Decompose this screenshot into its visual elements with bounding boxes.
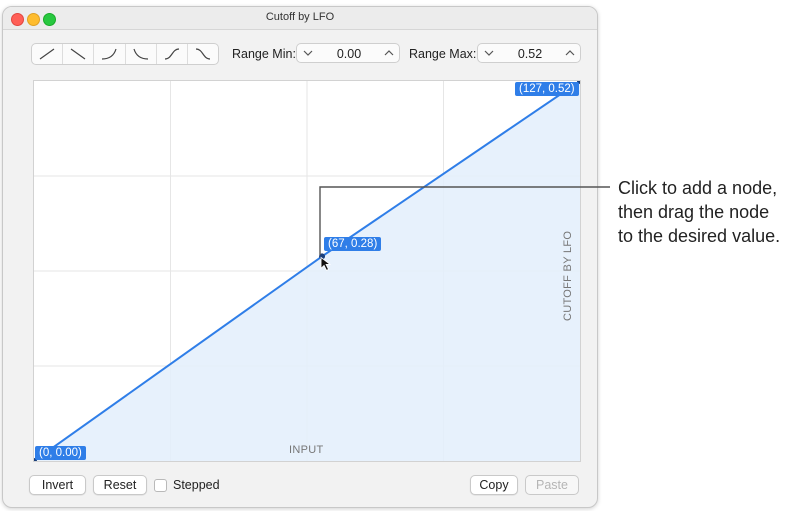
curve-shape-s-rise-button[interactable] bbox=[157, 44, 188, 64]
footer-bar: Invert Reset Stepped Copy Paste bbox=[3, 473, 597, 501]
chevron-up-icon[interactable] bbox=[563, 46, 577, 60]
exp-fall-icon bbox=[133, 48, 148, 60]
curve-shape-linear-rise-button[interactable] bbox=[32, 44, 64, 64]
range-max-stepper[interactable]: 0.52 bbox=[477, 43, 581, 63]
invert-button[interactable]: Invert bbox=[29, 475, 86, 495]
y-axis-label: CUTOFF BY LFO bbox=[562, 230, 574, 321]
curve-shape-exp-fall-button[interactable] bbox=[126, 44, 157, 64]
exp-rise-icon bbox=[102, 48, 117, 60]
s-curve-fall-icon bbox=[195, 48, 211, 60]
callout-text: Click to add a node, then drag the node … bbox=[618, 176, 780, 248]
stepped-label[interactable]: Stepped bbox=[173, 478, 220, 492]
range-max-label: Range Max: bbox=[409, 47, 477, 61]
callout-line: to the desired value. bbox=[618, 226, 781, 246]
chevron-up-icon[interactable] bbox=[382, 46, 396, 60]
chevron-down-icon[interactable] bbox=[301, 46, 315, 60]
range-min-stepper[interactable]: 0.00 bbox=[296, 43, 400, 63]
range-min-value[interactable]: 0.00 bbox=[321, 47, 377, 61]
callout-line: then drag the node bbox=[618, 202, 770, 222]
node-value-label: (0, 0.00) bbox=[35, 446, 86, 460]
x-axis-label: INPUT bbox=[289, 444, 324, 456]
toolbar: Range Min: 0.00 Range Max: 0.52 bbox=[3, 41, 597, 69]
stepped-checkbox[interactable] bbox=[154, 479, 167, 492]
curve-shape-selector bbox=[31, 43, 219, 65]
curve-graph-canvas[interactable] bbox=[34, 81, 580, 461]
node-value-label: (67, 0.28) bbox=[324, 237, 382, 252]
curve-shape-s-fall-button[interactable] bbox=[188, 44, 218, 64]
range-min-label: Range Min: bbox=[232, 47, 296, 61]
curve-graph[interactable]: (0, 0.00) (67, 0.28) (127, 0.52) INPUT CUT… bbox=[33, 80, 581, 462]
s-curve-rise-icon bbox=[164, 48, 179, 60]
chevron-down-icon[interactable] bbox=[482, 46, 496, 60]
curve-editor-window: Cutoff by LFO Range Min: 0.00 Range Max:… bbox=[2, 6, 598, 508]
linear-rise-icon bbox=[39, 48, 55, 60]
curve-shape-exp-rise-button[interactable] bbox=[94, 44, 126, 64]
range-max-value[interactable]: 0.52 bbox=[502, 47, 558, 61]
curve-shape-linear-fall-button[interactable] bbox=[63, 44, 95, 64]
window-title: Cutoff by LFO bbox=[265, 11, 335, 23]
title-bar: Cutoff by LFO bbox=[3, 7, 597, 30]
node-value-label: (127, 0.52) bbox=[515, 82, 579, 96]
paste-button[interactable]: Paste bbox=[525, 475, 579, 495]
copy-button[interactable]: Copy bbox=[470, 475, 518, 495]
linear-fall-icon bbox=[70, 48, 86, 60]
callout-line: Click to add a node, bbox=[618, 178, 778, 198]
reset-button[interactable]: Reset bbox=[93, 475, 147, 495]
